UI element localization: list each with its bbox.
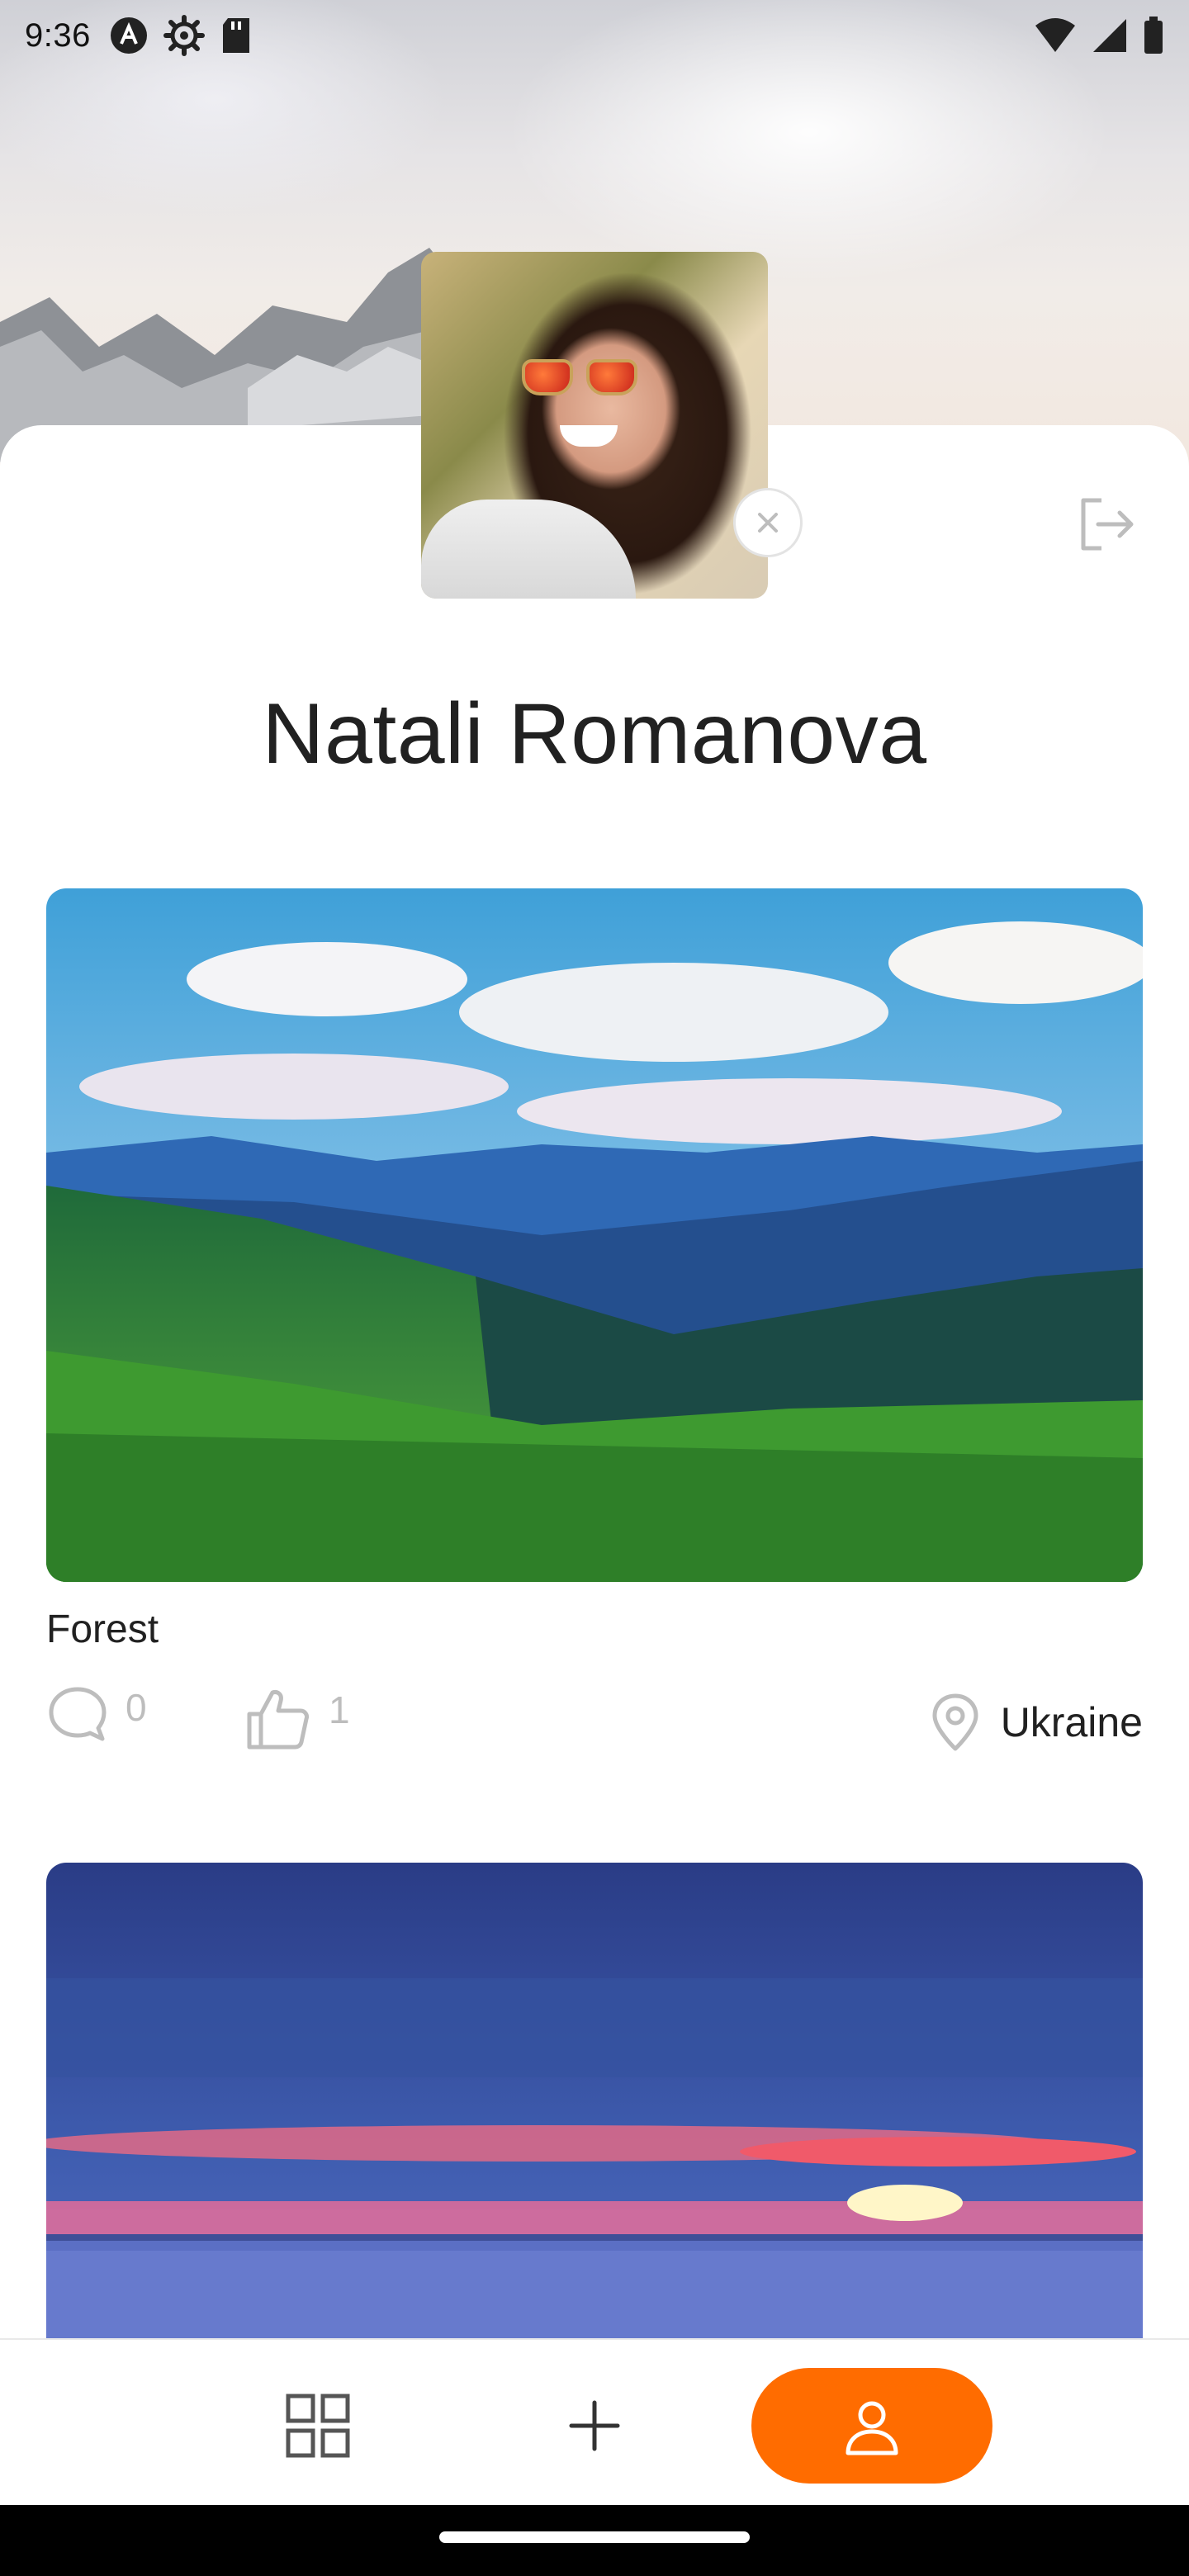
cellular-signal-icon [1093, 19, 1126, 52]
comments-button[interactable]: 0 [46, 1684, 147, 1747]
like-button[interactable]: 1 [244, 1684, 350, 1752]
thumbs-up-icon [247, 1690, 309, 1750]
logout-icon [1081, 498, 1134, 551]
grid-icon [286, 2394, 350, 2458]
profile-name: Natali Romanova [262, 686, 927, 782]
plus-icon [569, 2400, 620, 2451]
bottom-navigation [0, 2338, 1189, 2505]
nav-posts-button[interactable] [256, 2368, 380, 2484]
wifi-icon [1035, 18, 1075, 52]
close-icon [758, 513, 778, 533]
logout-button[interactable] [1073, 495, 1139, 553]
battery-icon [1144, 17, 1163, 54]
post-actions: 0 1 Ukraine [46, 1684, 1143, 1767]
map-pin-icon [932, 1693, 978, 1751]
comments-count: 0 [126, 1686, 147, 1729]
post-location[interactable]: Ukraine [928, 1693, 1143, 1752]
profile-avatar[interactable] [421, 252, 768, 599]
settings-gear-icon [163, 15, 205, 56]
post-image-forest[interactable] [46, 888, 1143, 1582]
comment-icon [49, 1687, 107, 1741]
remove-avatar-button[interactable] [733, 488, 803, 557]
nav-profile-button[interactable] [751, 2368, 992, 2484]
profile-screen: 9:36 Natali Romanova Forest 0 1 Ukraine [0, 0, 1189, 2576]
sd-card-icon [222, 18, 249, 53]
post-title: Forest [46, 1608, 159, 1651]
post-image-sunset[interactable] [46, 1863, 1143, 2391]
nav-create-post-button[interactable] [533, 2368, 656, 2484]
status-bar: 9:36 [0, 0, 1189, 71]
location-text: Ukraine [1000, 1699, 1143, 1745]
user-icon [846, 2401, 898, 2455]
status-time: 9:36 [25, 17, 91, 54]
home-gesture-bar[interactable] [439, 2531, 750, 2543]
likes-count: 1 [329, 1688, 350, 1731]
app-a-icon [110, 17, 147, 54]
